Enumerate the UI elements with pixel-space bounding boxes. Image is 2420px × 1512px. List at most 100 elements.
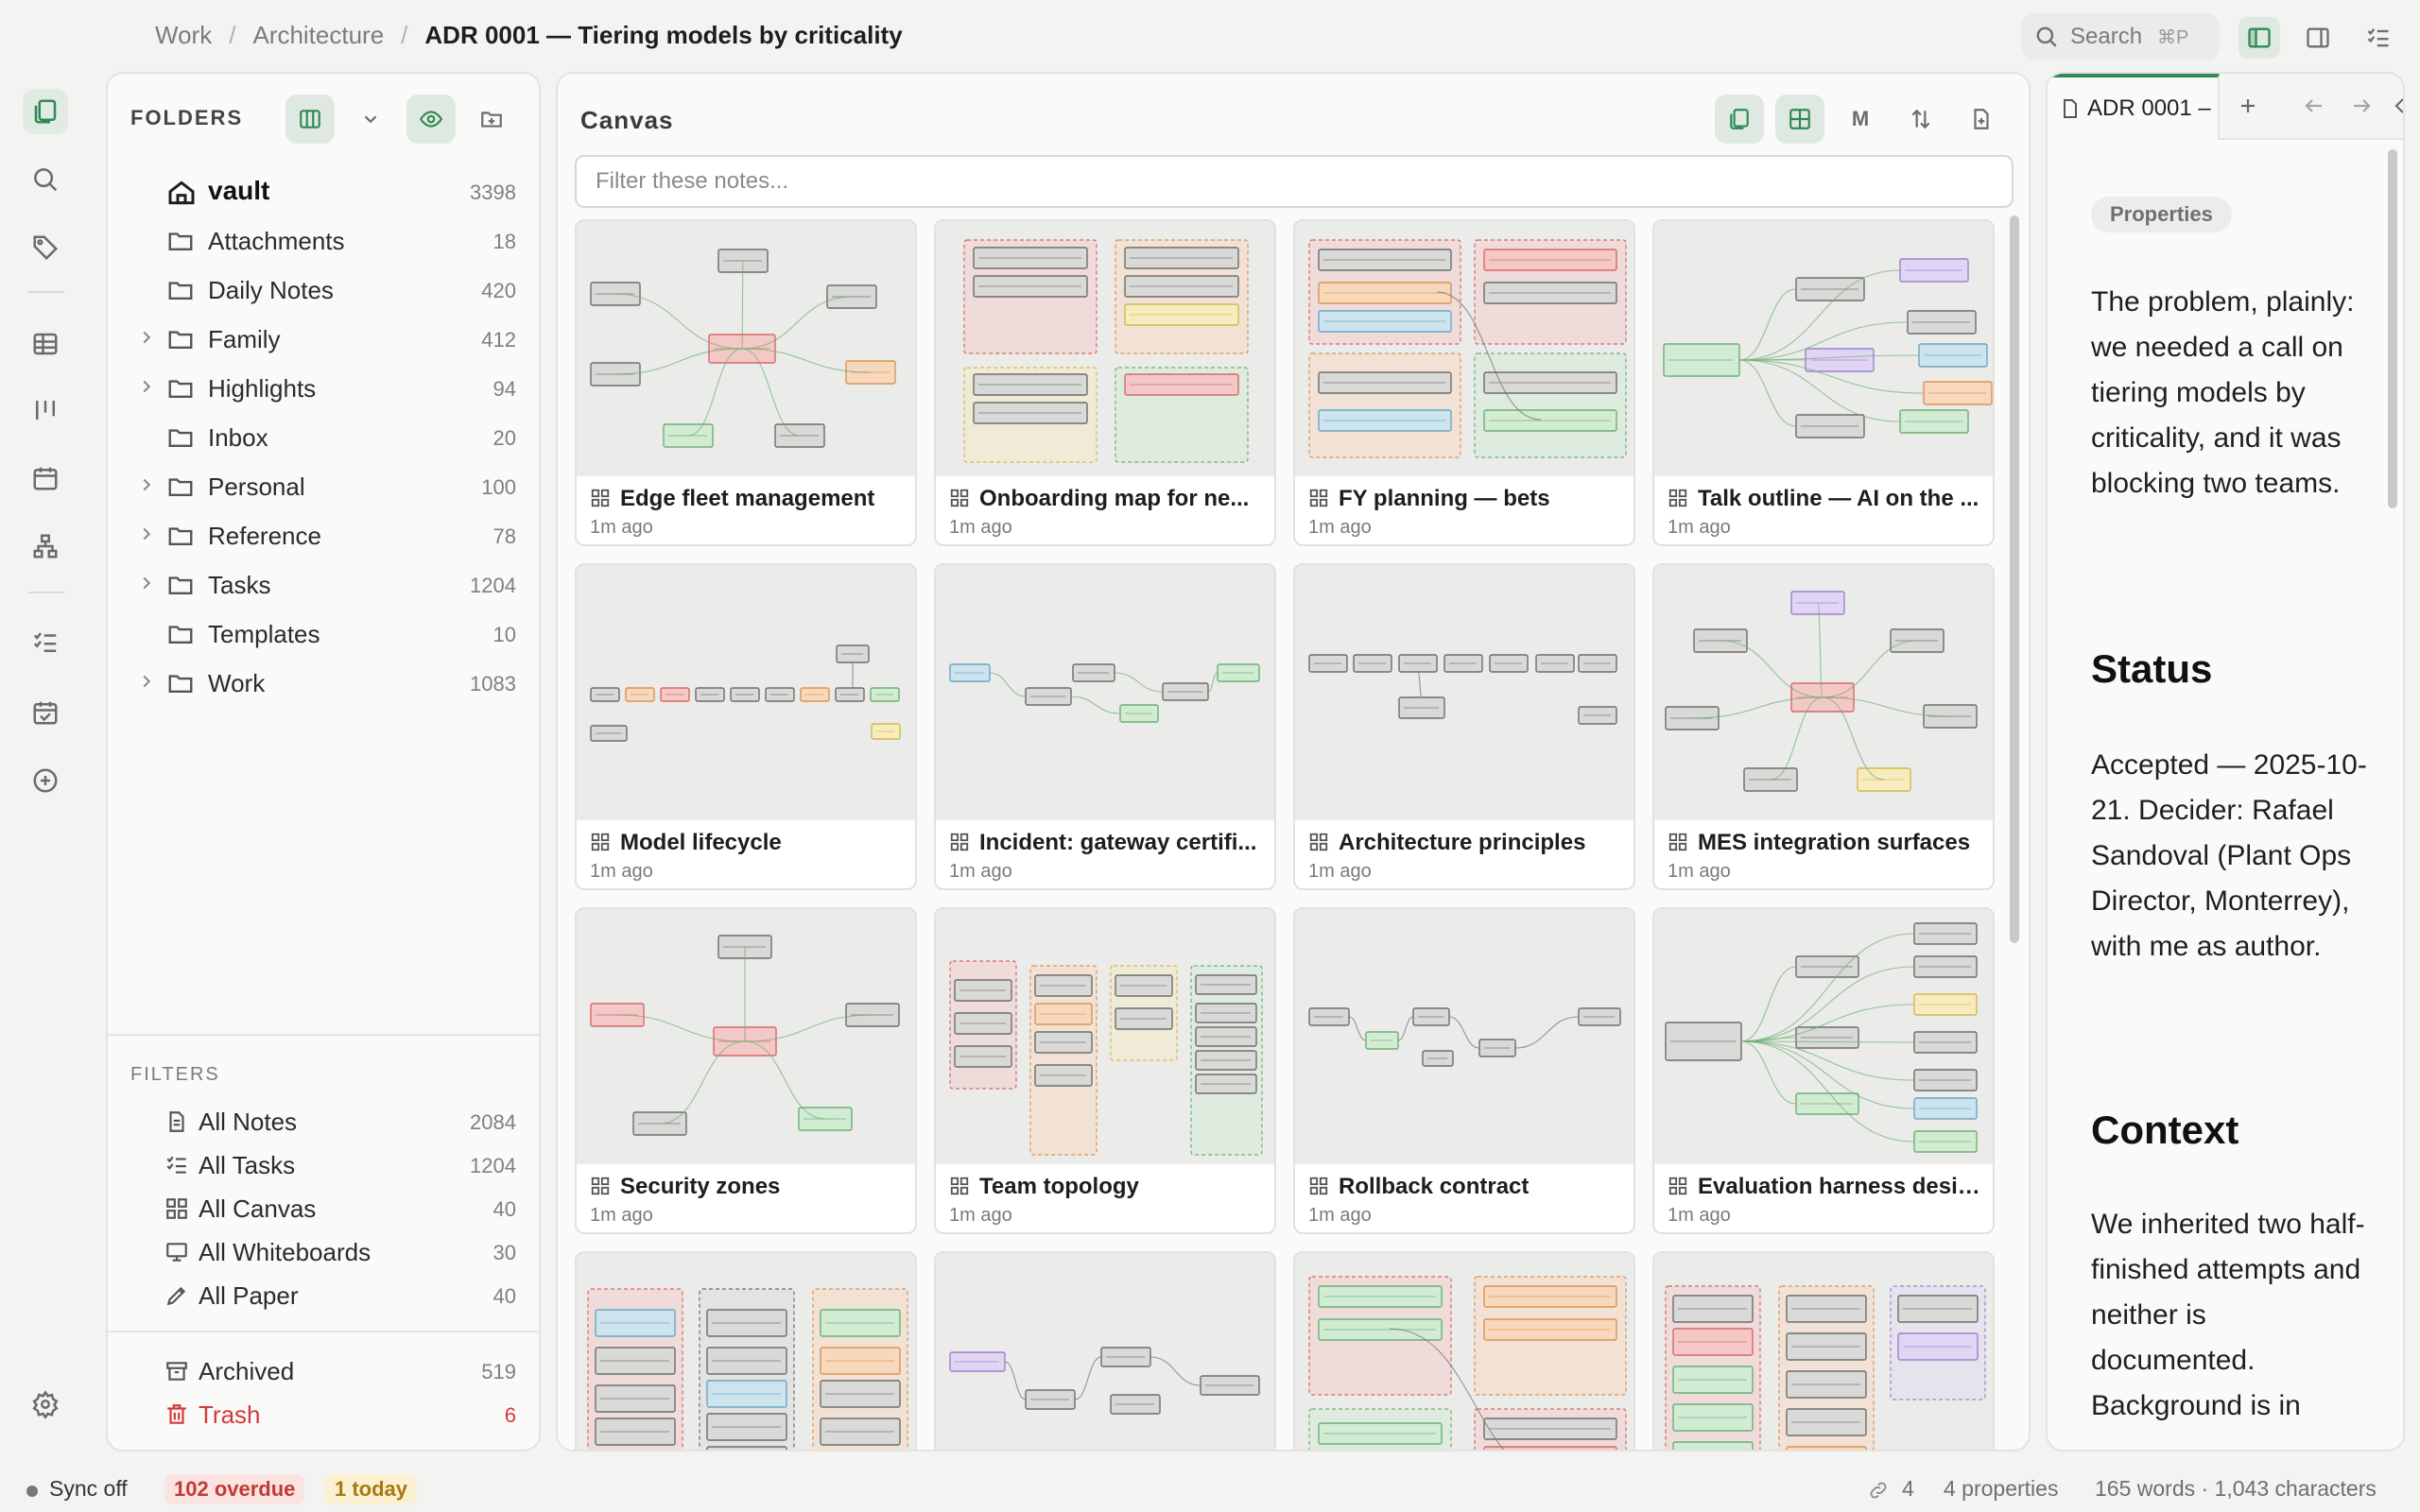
breadcrumb-architecture[interactable]: Architecture [252, 21, 384, 50]
canvas-card[interactable]: Rollback contract 1m ago [1293, 907, 1635, 1234]
folder-item[interactable]: Attachments 18 [108, 215, 539, 265]
rail-graph-button[interactable] [23, 524, 68, 569]
new-folder-button[interactable] [467, 94, 516, 144]
properties-count[interactable]: 4 properties [1944, 1476, 2058, 1502]
file-icon [2064, 99, 2077, 118]
search-button[interactable]: Search ⌘P [2021, 13, 2220, 60]
canvas-card[interactable]: Evaluation harness design 1m ago [1652, 907, 1995, 1234]
canvas-preview [590, 644, 901, 742]
folder-item[interactable]: Tasks 1204 [108, 559, 539, 609]
chevron-right-icon[interactable] [136, 327, 157, 348]
canvas-card[interactable]: Security zones 1m ago [575, 907, 917, 1234]
folder-root-vault[interactable]: vault 3398 [108, 166, 539, 215]
chevron-right-icon[interactable] [136, 524, 157, 544]
note-tab[interactable]: ADR 0001 – [2048, 74, 2220, 140]
sync-status[interactable]: Sync off [49, 1476, 128, 1502]
links-count[interactable]: 4 [1902, 1476, 1914, 1502]
new-note-button[interactable] [1957, 94, 2006, 144]
canvas-card-title: Team topology [979, 1174, 1139, 1199]
show-hidden-button[interactable] [406, 94, 456, 144]
folder-name: Inbox [208, 423, 268, 452]
rail-settings-button[interactable] [23, 1382, 68, 1427]
breadcrumb-work[interactable]: Work [155, 21, 212, 50]
canvas-card[interactable]: Team topology 1m ago [934, 907, 1276, 1234]
collapse-dropdown-button[interactable] [346, 94, 395, 144]
folder-item[interactable]: Personal 100 [108, 461, 539, 510]
rail-files-button[interactable] [23, 89, 68, 134]
folder-item[interactable]: Work 1083 [108, 658, 539, 707]
canvas-card[interactable]: Incident: gateway certifi... 1m ago [934, 563, 1276, 890]
filter-item[interactable]: All Tasks 1204 [108, 1143, 539, 1185]
columns-view-button[interactable] [285, 94, 335, 144]
canvas-scrollbar[interactable] [2010, 215, 2019, 943]
forward-button[interactable] [2341, 85, 2382, 127]
canvas-card[interactable]: Edge fleet management 1m ago [575, 219, 917, 546]
folder-item[interactable]: Daily Notes 420 [108, 265, 539, 314]
left-sidebar-toggle[interactable] [2238, 17, 2280, 59]
note-tab-bar: ADR 0001 – [2048, 74, 2403, 140]
canvas-card[interactable] [1652, 1251, 1995, 1450]
new-tab-button[interactable] [2227, 85, 2269, 127]
back-button[interactable] [2293, 85, 2335, 127]
folder-item[interactable]: Reference 78 [108, 510, 539, 559]
outline-toggle[interactable] [2358, 17, 2399, 59]
rail-tags-button[interactable] [23, 225, 68, 270]
right-sidebar-toggle[interactable] [2297, 17, 2339, 59]
filter-item[interactable]: All Paper 40 [108, 1274, 539, 1315]
canvas-preview [590, 935, 900, 1136]
archived-item[interactable]: Archived 519 [108, 1349, 539, 1391]
filter-item[interactable]: All Whiteboards 30 [108, 1230, 539, 1272]
canvas-card[interactable]: Model lifecycle 1m ago [575, 563, 917, 890]
canvas-card[interactable]: MES integration surfaces 1m ago [1652, 563, 1995, 890]
rail-kanban-button[interactable] [23, 387, 68, 433]
canvas-card[interactable] [575, 1251, 917, 1450]
canvas-card[interactable]: Onboarding map for ne... 1m ago [934, 219, 1276, 546]
canvas-card[interactable] [934, 1251, 1276, 1450]
size-toggle-button[interactable]: M [1836, 94, 1885, 144]
canvas-panel: Canvas M Edge fleet management1m agoOnbo… [556, 72, 2031, 1452]
grid-view-button[interactable] [1775, 94, 1824, 144]
overdue-badge[interactable]: 102 overdue [164, 1474, 305, 1504]
trash-item[interactable]: Trash 6 [108, 1393, 539, 1435]
copy-view-button[interactable] [1715, 94, 1764, 144]
canvas-card[interactable]: FY planning — bets 1m ago [1293, 219, 1635, 546]
trash-label: Trash [199, 1400, 261, 1429]
folder-item[interactable]: Family 412 [108, 314, 539, 363]
rail-tasks-button[interactable] [23, 620, 68, 665]
today-badge[interactable]: 1 today [325, 1474, 418, 1504]
sort-button[interactable] [1896, 94, 1945, 144]
filter-item[interactable]: All Notes 2084 [108, 1100, 539, 1142]
folder-item[interactable]: Inbox 20 [108, 412, 539, 461]
rail-search-button[interactable] [23, 157, 68, 202]
properties-chip[interactable]: Properties [2091, 197, 2232, 232]
canvas-card[interactable] [1293, 1251, 1635, 1450]
filter-item[interactable]: All Canvas 40 [108, 1187, 539, 1228]
canvas-card[interactable]: Architecture principles 1m ago [1293, 563, 1635, 890]
chevron-right-icon[interactable] [136, 376, 157, 397]
breadcrumb-separator: / [229, 21, 236, 49]
rail-daily-button[interactable] [23, 690, 68, 735]
canvas-card-title: Model lifecycle [620, 830, 782, 855]
eye-icon [419, 111, 443, 128]
filter-notes-input[interactable] [575, 155, 2014, 208]
folder-item[interactable]: Highlights 94 [108, 363, 539, 412]
word-count: 165 words · 1,043 characters [2095, 1476, 2377, 1501]
sidebar-left-icon [2248, 27, 2271, 48]
canvas-card[interactable]: Talk outline — AI on the ... 1m ago [1652, 219, 1995, 546]
canvas-preview [1665, 591, 1978, 792]
rail-new-button[interactable] [23, 758, 68, 803]
panel-divider [108, 1331, 539, 1332]
folder-name: vault [208, 176, 270, 205]
canvas-icon [1309, 1177, 1328, 1195]
folder-item[interactable]: Templates 10 [108, 609, 539, 658]
chevron-right-icon[interactable] [136, 474, 157, 495]
rail-table-button[interactable] [23, 321, 68, 367]
note-scrollbar[interactable] [2388, 149, 2397, 508]
folder-name: Reference [208, 522, 321, 550]
collapse-panel-button[interactable] [2378, 85, 2403, 127]
chevron-right-icon[interactable] [136, 671, 157, 692]
chevron-right-icon[interactable] [136, 573, 157, 593]
folder-count: 1083 [470, 672, 516, 696]
plus-icon [2241, 99, 2255, 112]
rail-calendar-button[interactable] [23, 455, 68, 501]
